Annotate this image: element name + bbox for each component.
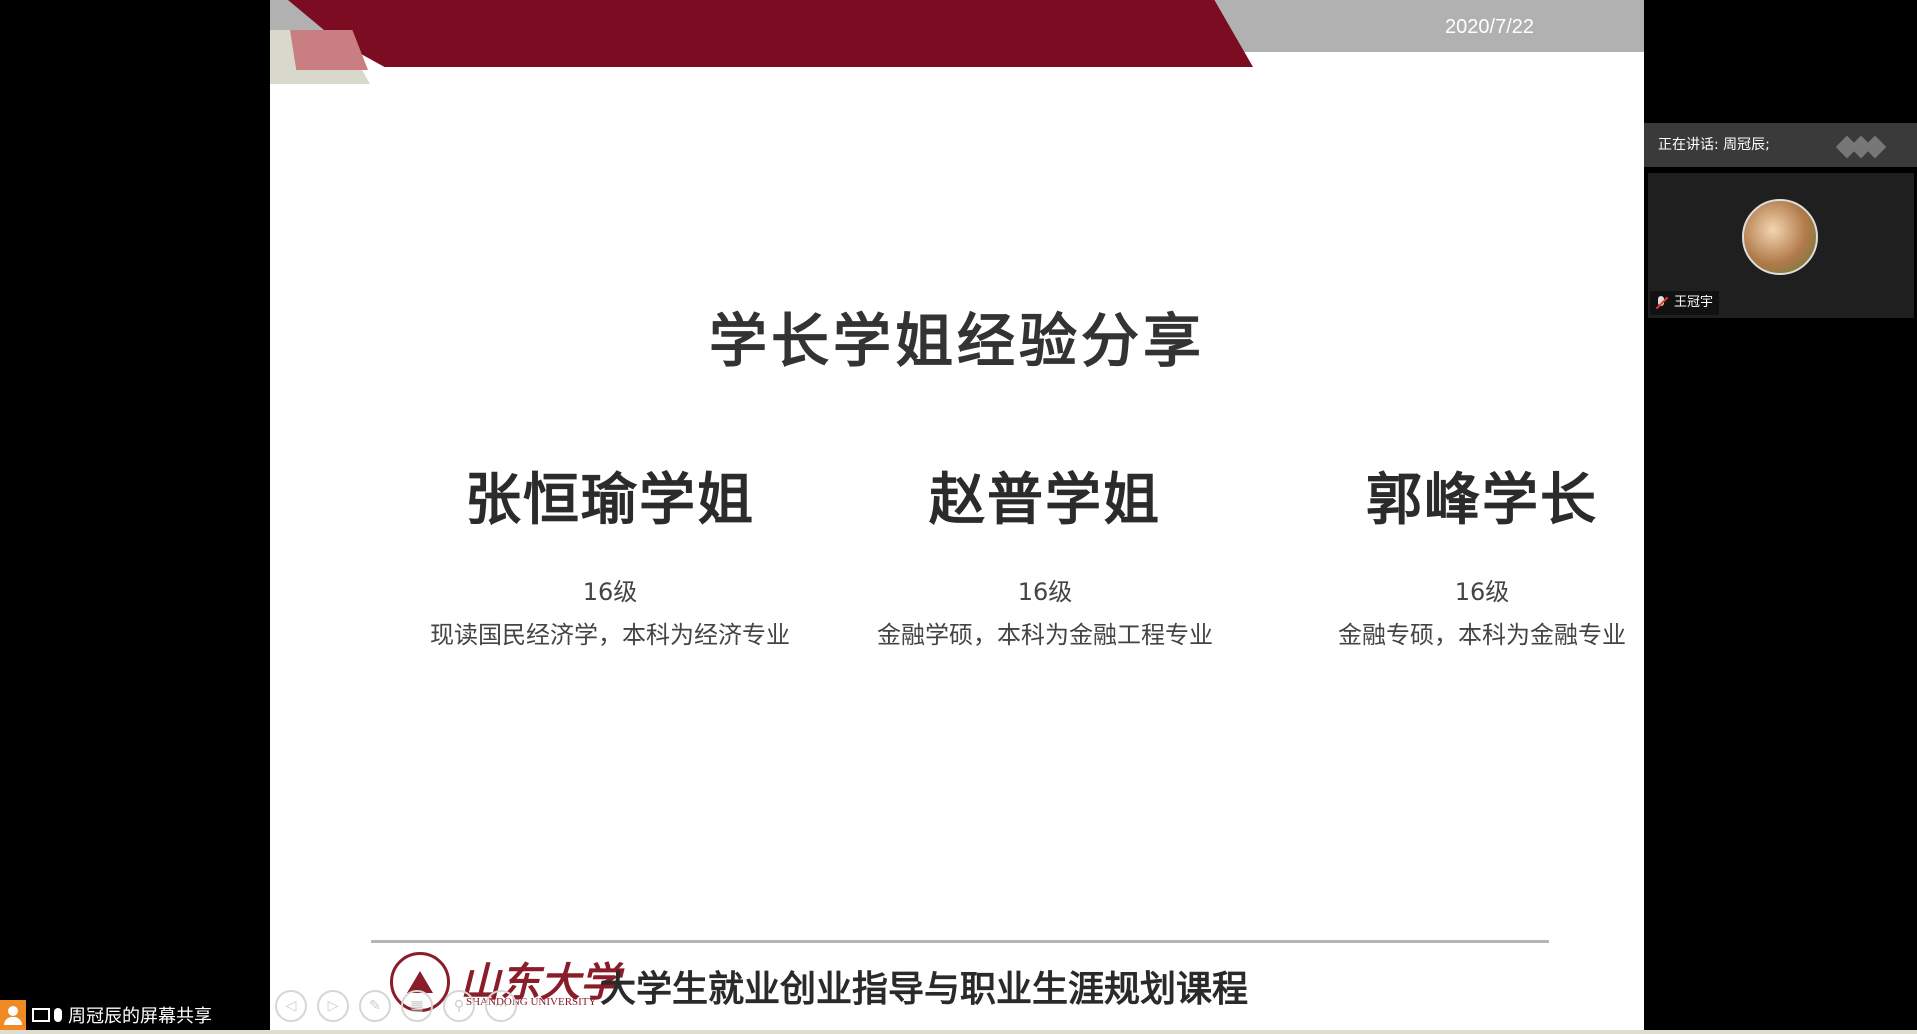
more-icon[interactable]: ⋯ [485, 990, 517, 1022]
speaker-grade: 16级 [1017, 578, 1073, 606]
microphone-icon [54, 1008, 62, 1022]
zoom-icon[interactable]: ⚲ [443, 990, 475, 1022]
mic-muted-icon [1654, 296, 1668, 310]
prev-icon[interactable]: ◁ [275, 990, 307, 1022]
participant-name-tag: 王冠宇 [1650, 291, 1720, 315]
speaker-name: 张恒瑜学姐 [465, 468, 755, 533]
speaking-text: 正在讲话: 周冠辰; [1658, 137, 1770, 153]
presentation-slide: 2020/7/22 学长学姐经验分享 张恒瑜学姐 16级 现读国民经济学，本科为… [270, 0, 1644, 1030]
footer-divider [371, 940, 1549, 943]
header-decoration-red [288, 0, 1253, 67]
participant-name: 王冠宇 [1674, 295, 1714, 310]
screen-share-icon [32, 1008, 50, 1022]
course-title: 大学生就业创业指导与职业生涯规划课程 [600, 969, 1249, 1010]
speaker-card: 赵普学姐 16级 金融学硕，本科为金融工程专业 [825, 455, 1265, 650]
speaking-indicator: 正在讲话: 周冠辰; [1644, 123, 1917, 167]
screen-share-label[interactable]: 周冠辰的屏幕共享 [0, 1000, 212, 1030]
bottom-strip [0, 1030, 1917, 1034]
speaker-grade: 16级 [1454, 578, 1510, 606]
speaker-description: 金融专硕，本科为金融专业 [1338, 621, 1626, 649]
speaker-name: 郭峰学长 [1366, 468, 1598, 533]
speaker-card: 郭峰学长 16级 金融专硕，本科为金融专业 [1262, 455, 1644, 650]
signal-icon [1835, 135, 1887, 159]
slide-title: 学长学姐经验分享 [708, 307, 1205, 375]
speaker-grade: 16级 [582, 578, 638, 606]
speaker-name: 赵普学姐 [929, 468, 1161, 533]
pen-icon[interactable]: ✎ [359, 990, 391, 1022]
person-icon [0, 1000, 26, 1030]
slides-icon[interactable]: ▦ [401, 990, 433, 1022]
slide-date: 2020/7/22 [1445, 16, 1534, 38]
next-icon[interactable]: ▷ [317, 990, 349, 1022]
speaker-description: 金融学硕，本科为金融工程专业 [877, 621, 1213, 649]
participant-avatar [1742, 199, 1818, 275]
speaker-card: 张恒瑜学姐 16级 现读国民经济学，本科为经济专业 [390, 455, 830, 650]
participant-video-tile[interactable]: 王冠宇 [1648, 173, 1914, 318]
slide-controls: ◁ ▷ ✎ ▦ ⚲ ⋯ [275, 990, 517, 1022]
share-label-text: 周冠辰的屏幕共享 [68, 1006, 212, 1027]
speaker-description: 现读国民经济学，本科为经济专业 [430, 621, 790, 649]
